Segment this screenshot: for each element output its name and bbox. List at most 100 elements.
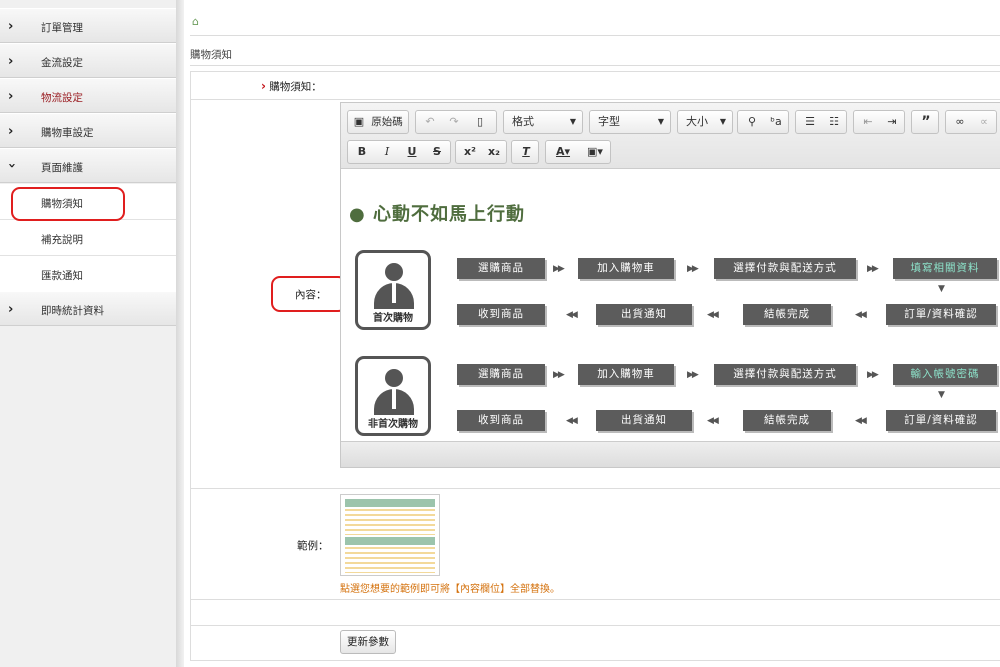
arrow-right-icon: ▶▶ — [867, 264, 879, 274]
sidebar-item-label: 購物車設定 — [41, 127, 94, 139]
source-button[interactable]: ▣ 原始碼 — [347, 110, 409, 134]
chevron-right-icon: › — [8, 19, 14, 34]
repeat-purchase-label: 非首次購物 — [368, 419, 418, 430]
outdent-icon[interactable]: ⇤ — [856, 111, 880, 133]
search-icon[interactable]: ⚲ — [740, 111, 764, 133]
sidebar-item-label: 訂單管理 — [41, 22, 83, 34]
template-sample-thumbnail[interactable] — [340, 494, 440, 576]
divider — [191, 99, 1000, 100]
chevron-right-icon: › — [8, 89, 14, 104]
droplet-icon: ● — [349, 204, 366, 225]
editor-content[interactable]: ● 心動不如馬上行動 首次購物 選購商品 ▶▶ 加入購物車 ▶▶ 選擇付款與配送… — [341, 170, 1000, 442]
highlight-annotation — [271, 276, 347, 312]
home-icon[interactable]: ⌂ — [192, 15, 199, 28]
find-group: ⚲ ᵇa — [737, 110, 789, 134]
arrow-down-icon: ▼ — [938, 284, 945, 294]
indent-icon[interactable]: ⇥ — [880, 111, 904, 133]
example-label: 範例： — [297, 540, 329, 552]
link-icon[interactable]: ∞ — [948, 111, 972, 133]
undo-redo-group: ↶ ↷ ▯ — [415, 110, 497, 134]
arrow-left-icon: ◀◀ — [566, 416, 578, 426]
flow-step: 訂單/資料確認 — [886, 304, 996, 325]
flow-step: 收到商品 — [457, 304, 545, 325]
update-button[interactable]: 更新參數 — [340, 630, 396, 654]
chevron-right-icon: › — [261, 79, 266, 93]
flow-step: 出貨通知 — [596, 410, 692, 431]
sidebar-item-label: 金流設定 — [41, 57, 83, 69]
flow-step: 結帳完成 — [743, 410, 831, 431]
settings-panel: › 購物須知： 內容： ▣ 原始碼 ↶ ↷ ▯ 格式 ▼ 字型 ▼ 大小 ▼ ⚲… — [190, 71, 1000, 661]
redo-icon[interactable]: ↷ — [442, 111, 466, 133]
flow-title: ● 心動不如馬上行動 — [349, 200, 525, 226]
divider — [191, 625, 1000, 626]
arrow-right-icon: ▶▶ — [687, 264, 699, 274]
remove-format-icon: T — [522, 145, 530, 158]
dropdown-arrow-icon: ▼ — [569, 117, 576, 126]
background-color-icon[interactable]: ▣▾ — [580, 141, 610, 163]
sidebar: › 訂單管理 › 金流設定 › 物流設定 › 購物車設定 › 頁面維護 購物須知… — [0, 0, 176, 667]
sample-header-bar — [345, 499, 435, 507]
flow-step: 加入購物車 — [578, 258, 674, 279]
flow-step: 結帳完成 — [743, 304, 831, 325]
flow-title-text: 心動不如馬上行動 — [373, 204, 525, 225]
undo-icon[interactable]: ↶ — [418, 111, 442, 133]
source-button-label: 原始碼 — [371, 116, 403, 128]
sidebar-item-payment[interactable]: › 金流設定 — [0, 43, 176, 78]
superscript-icon[interactable]: x² — [458, 141, 482, 163]
numbered-list-icon[interactable]: ☰ — [798, 111, 822, 133]
replace-icon[interactable]: ᵇa — [764, 111, 788, 133]
chevron-right-icon: › — [8, 302, 14, 317]
sample-lines — [345, 547, 435, 573]
sidebar-item-label: 即時統計資料 — [41, 305, 104, 317]
arrow-right-icon: ▶▶ — [553, 264, 565, 274]
arrow-left-icon: ◀◀ — [566, 310, 578, 320]
editor-status-bar — [341, 441, 1000, 467]
sidebar-divider — [176, 0, 184, 667]
template-icon[interactable]: ▯ — [468, 111, 492, 133]
arrow-right-icon: ▶▶ — [687, 370, 699, 380]
format-select[interactable]: 格式 ▼ — [503, 110, 583, 134]
section-header: › 購物須知： — [261, 79, 322, 94]
flow-step: 選購商品 — [457, 364, 545, 385]
first-purchase-badge: 首次購物 — [355, 250, 431, 330]
rich-text-editor[interactable]: ▣ 原始碼 ↶ ↷ ▯ 格式 ▼ 字型 ▼ 大小 ▼ ⚲ ᵇa ☰ ☷ ⇤ ⇥ … — [340, 102, 1000, 468]
person-icon — [385, 369, 403, 387]
indent-group: ⇤ ⇥ — [853, 110, 905, 134]
unlink-icon[interactable]: ∝ — [972, 111, 996, 133]
strikethrough-icon[interactable]: S — [425, 141, 449, 163]
sidebar-subitem-supplement[interactable]: 補充說明 — [0, 220, 176, 256]
italic-icon[interactable]: I — [375, 141, 399, 163]
arrow-left-icon: ◀◀ — [707, 416, 719, 426]
remove-format-button[interactable]: T — [511, 140, 539, 164]
bold-icon[interactable]: B — [350, 141, 374, 163]
flow-step: 選購商品 — [457, 258, 545, 279]
section-header-label: 購物須知： — [269, 81, 322, 93]
text-style-group: B I U S — [347, 140, 451, 164]
arrow-left-icon: ◀◀ — [707, 310, 719, 320]
underline-icon[interactable]: U — [400, 141, 424, 163]
page-title: 購物須知 — [190, 49, 232, 61]
source-icon: ▣ — [353, 115, 365, 128]
bullet-list-icon[interactable]: ☷ — [822, 111, 846, 133]
sidebar-item-cart[interactable]: › 購物車設定 — [0, 113, 176, 148]
text-color-icon[interactable]: A▾ — [548, 141, 578, 163]
divider — [191, 488, 1000, 489]
arrow-down-icon: ▼ — [938, 390, 945, 400]
subscript-icon[interactable]: x₂ — [482, 141, 506, 163]
person-icon — [385, 263, 403, 281]
font-select-label: 字型 — [598, 115, 620, 128]
sidebar-item-stats[interactable]: › 即時統計資料 — [0, 291, 176, 326]
sidebar-subitem-remittance[interactable]: 匯款通知 — [0, 256, 176, 292]
size-select[interactable]: 大小 ▼ — [677, 110, 733, 134]
divider — [190, 35, 1000, 36]
sample-header-bar — [345, 537, 435, 545]
first-purchase-label: 首次購物 — [373, 313, 413, 324]
editor-toolbar: ▣ 原始碼 ↶ ↷ ▯ 格式 ▼ 字型 ▼ 大小 ▼ ⚲ ᵇa ☰ ☷ ⇤ ⇥ … — [341, 103, 1000, 169]
sidebar-item-logistics[interactable]: › 物流設定 — [0, 78, 176, 113]
blockquote-button[interactable]: ” — [911, 110, 939, 134]
flow-step: 收到商品 — [457, 410, 545, 431]
sample-lines — [345, 509, 435, 535]
sidebar-item-orders[interactable]: › 訂單管理 — [0, 8, 176, 43]
sidebar-item-pages[interactable]: › 頁面維護 — [0, 148, 176, 183]
font-select[interactable]: 字型 ▼ — [589, 110, 671, 134]
